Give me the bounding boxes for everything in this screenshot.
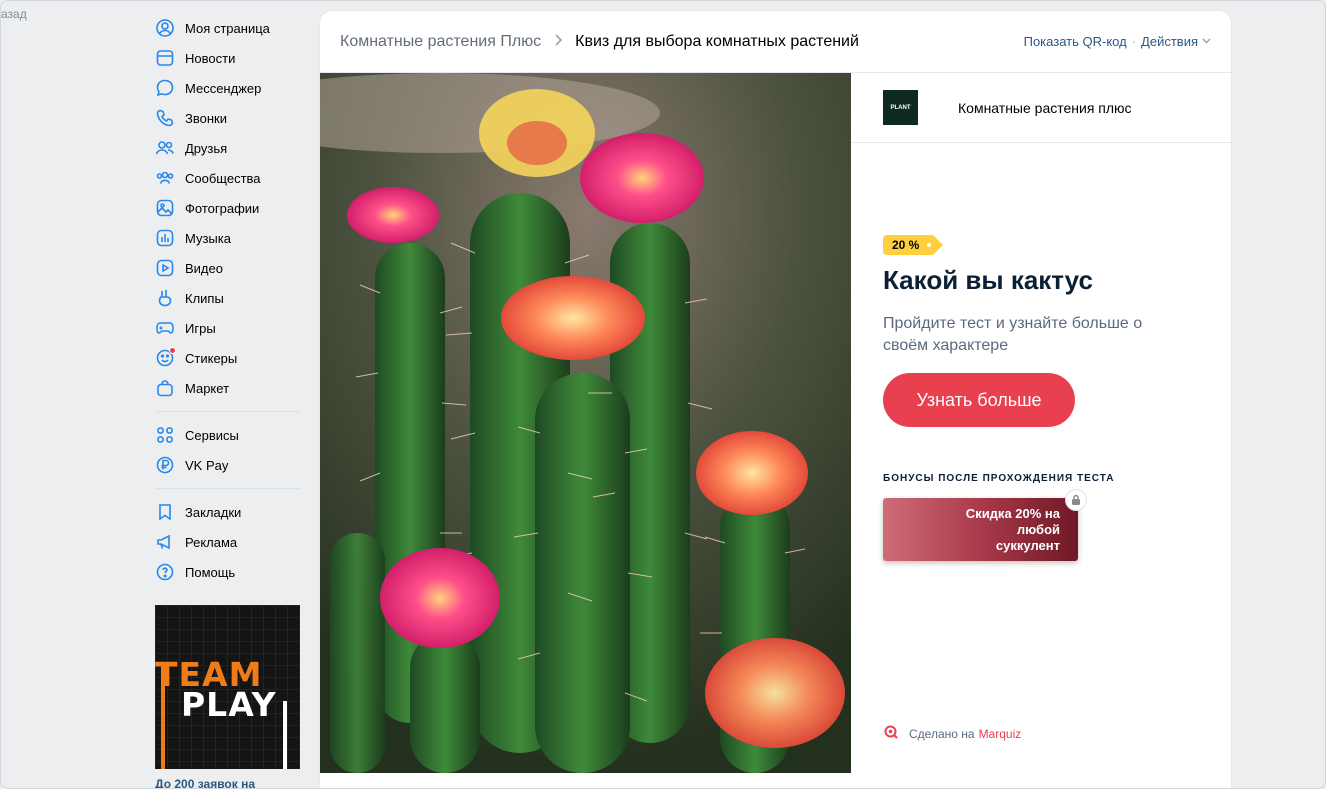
sidebar-item-help[interactable]: Помощь bbox=[149, 557, 311, 587]
header-actions: Показать QR-код · Действия bbox=[1024, 34, 1211, 49]
promo-accent-bar bbox=[283, 701, 287, 769]
marquiz-logo-icon bbox=[883, 724, 899, 743]
quiz-subtitle: Пройдите тест и узнайте больше о своём х… bbox=[883, 315, 1143, 354]
left-sidebar: Моя страница Новости Мессенджер Звонки Д… bbox=[149, 13, 311, 587]
sidebar-item-news[interactable]: Новости bbox=[149, 43, 311, 73]
sidebar-item-label: Закладки bbox=[185, 504, 242, 520]
sidebar-item-label: Клипы bbox=[185, 290, 224, 306]
bag-icon bbox=[155, 378, 175, 398]
sidebar-item-vkpay[interactable]: VK Pay bbox=[149, 450, 311, 480]
sidebar-item-label: Музыка bbox=[185, 230, 231, 246]
sidebar-item-video[interactable]: Видео bbox=[149, 253, 311, 283]
sticker-icon bbox=[155, 347, 176, 368]
sidebar-item-label: Новости bbox=[185, 50, 236, 66]
phone-icon bbox=[155, 108, 175, 128]
sidebar-item-label: Помощь bbox=[185, 564, 236, 580]
learn-more-button[interactable]: Узнать больше bbox=[883, 373, 1075, 427]
sidebar-item-communities[interactable]: Сообщества bbox=[149, 163, 311, 193]
brand-logo-text: PLANT bbox=[890, 104, 911, 111]
discount-badge-label: 20 % bbox=[892, 238, 920, 252]
sidebar-item-market[interactable]: Маркет bbox=[149, 373, 311, 403]
sidebar-item-label: Мессенджер bbox=[185, 80, 262, 96]
communities-icon bbox=[155, 168, 175, 188]
quiz-intro-pane: PLANT Комнатные растения плюс 20 % Какой… bbox=[851, 73, 1231, 773]
card-header: Комнатные растения Плюс Квиз для выбора … bbox=[320, 11, 1231, 73]
sidebar-divider bbox=[155, 488, 301, 489]
show-qr-button[interactable]: Показать QR-код bbox=[1024, 34, 1127, 49]
sidebar-item-label: Друзья bbox=[185, 140, 228, 156]
gamepad-icon bbox=[155, 318, 175, 338]
clips-icon bbox=[155, 288, 175, 308]
photo-icon bbox=[155, 198, 175, 218]
promo-accent-bar bbox=[161, 665, 165, 769]
sidebar-item-label: Фотографии bbox=[185, 200, 260, 216]
cactus-illustration bbox=[320, 73, 851, 773]
friends-icon bbox=[155, 138, 175, 158]
lock-icon bbox=[1065, 489, 1087, 511]
grid-icon bbox=[155, 425, 175, 445]
news-icon bbox=[155, 48, 175, 68]
sidebar-item-friends[interactable]: Друзья bbox=[149, 133, 311, 163]
brand-logo: PLANT bbox=[883, 90, 918, 125]
chevron-right-icon bbox=[553, 33, 563, 51]
sidebar-item-label: Стикеры bbox=[185, 350, 238, 366]
sidebar-group-main: Моя страница Новости Мессенджер Звонки Д… bbox=[149, 13, 311, 403]
sidebar-item-label: Звонки bbox=[185, 110, 227, 126]
sidebar-item-label: Реклама bbox=[185, 534, 238, 550]
sidebar-item-label: Моя страница bbox=[185, 20, 270, 36]
sidebar-item-calls[interactable]: Звонки bbox=[149, 103, 311, 133]
sidebar-item-label: Маркет bbox=[185, 380, 230, 396]
breadcrumb-group[interactable]: Комнатные растения Плюс bbox=[340, 33, 541, 51]
bookmark-icon bbox=[155, 502, 175, 522]
actions-dropdown[interactable]: Действия bbox=[1141, 34, 1198, 49]
sidebar-item-messenger[interactable]: Мессенджер bbox=[149, 73, 311, 103]
discount-badge: 20 % bbox=[883, 235, 944, 255]
chevron-down-icon bbox=[1202, 36, 1211, 47]
separator-dot: · bbox=[1131, 34, 1137, 49]
sidebar-item-services[interactable]: Сервисы bbox=[149, 420, 311, 450]
bonus-heading: БОНУСЫ ПОСЛЕ ПРОХОЖДЕНИЯ ТЕСТА bbox=[883, 473, 1115, 484]
sidebar-group-services: Сервисы VK Pay bbox=[149, 420, 311, 480]
promo-banner[interactable]: TEAM PLAY bbox=[155, 605, 300, 769]
sidebar-item-stickers[interactable]: Стикеры bbox=[149, 343, 311, 373]
sidebar-item-label: Игры bbox=[185, 320, 216, 336]
brand-name: Комнатные растения плюс bbox=[958, 99, 1132, 116]
sidebar-item-my-page[interactable]: Моя страница bbox=[149, 13, 311, 43]
sidebar-item-ads[interactable]: Реклама bbox=[149, 527, 311, 557]
megaphone-icon bbox=[155, 532, 175, 552]
tag-hole-icon bbox=[927, 243, 932, 247]
page-title: Квиз для выбора комнатных растений bbox=[575, 32, 859, 50]
brand-row: PLANT Комнатные растения плюс bbox=[851, 73, 1231, 143]
sidebar-item-label: Сообщества bbox=[185, 170, 261, 186]
browser-frame: азад Моя страница Новости Мессенджер Зво… bbox=[0, 0, 1326, 789]
sidebar-item-games[interactable]: Игры bbox=[149, 313, 311, 343]
sidebar-item-label: Сервисы bbox=[185, 427, 239, 443]
user-circle-icon bbox=[155, 18, 175, 38]
back-link[interactable]: азад bbox=[1, 7, 27, 21]
promo-caption[interactable]: До 200 заявок на bbox=[155, 777, 255, 788]
notification-dot bbox=[169, 347, 176, 354]
sidebar-item-photos[interactable]: Фотографии bbox=[149, 193, 311, 223]
sidebar-item-clips[interactable]: Клипы bbox=[149, 283, 311, 313]
ruble-icon bbox=[155, 455, 175, 475]
sidebar-item-label: Видео bbox=[185, 260, 223, 276]
music-icon bbox=[155, 228, 175, 248]
sidebar-item-bookmarks[interactable]: Закладки bbox=[149, 497, 311, 527]
video-icon bbox=[155, 258, 175, 278]
bonus-card: Скидка 20% на любой суккулент bbox=[883, 489, 1087, 561]
cactus-hero-image bbox=[320, 73, 851, 773]
message-icon bbox=[155, 78, 175, 98]
sidebar-divider bbox=[155, 411, 301, 412]
sidebar-group-misc: Закладки Реклама Помощь bbox=[149, 497, 311, 587]
marquiz-link[interactable]: Marquiz bbox=[979, 727, 1022, 741]
made-with-footer: Сделано на Marquiz bbox=[883, 724, 1021, 743]
bonus-text: Скидка 20% на любой суккулент bbox=[965, 506, 1060, 553]
made-with-label: Сделано на bbox=[909, 726, 975, 741]
sidebar-item-music[interactable]: Музыка bbox=[149, 223, 311, 253]
sidebar-item-label: VK Pay bbox=[185, 457, 229, 473]
quiz-card: Комнатные растения Плюс Квиз для выбора … bbox=[320, 11, 1231, 788]
promo-title-line2: PLAY bbox=[181, 685, 277, 724]
help-icon bbox=[155, 562, 175, 582]
quiz-title: Какой вы кактус bbox=[883, 265, 1093, 295]
